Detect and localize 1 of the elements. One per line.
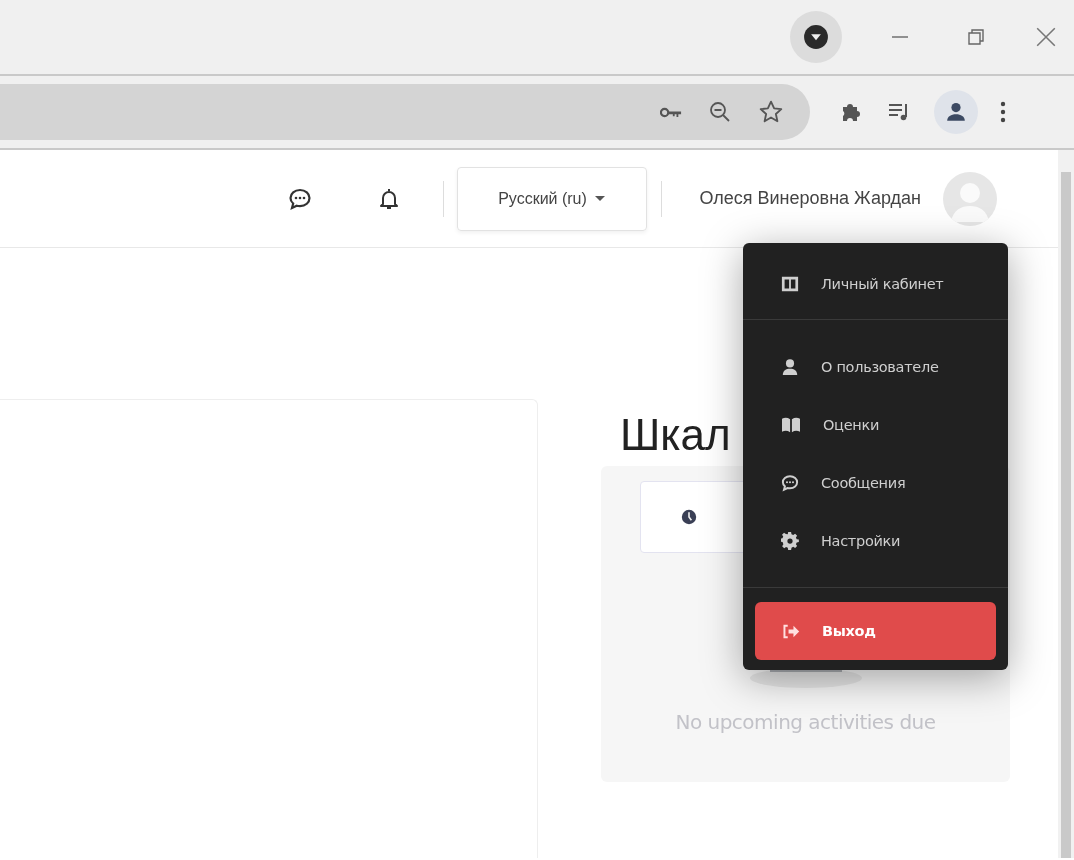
section-heading: Шкал — [620, 409, 731, 461]
